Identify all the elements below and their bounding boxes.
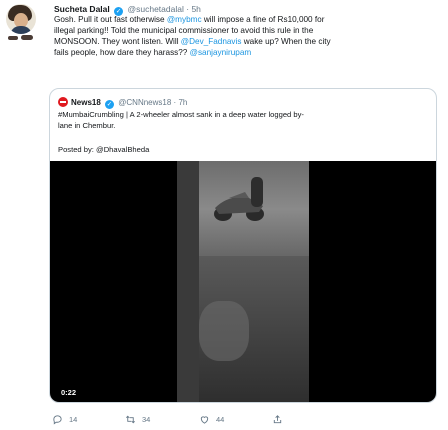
author-name[interactable]: Sucheta Dalal bbox=[54, 4, 110, 14]
header-separator: · bbox=[186, 4, 190, 14]
posted-by-text: Posted by: @DhavalBheda bbox=[58, 145, 150, 154]
tweet-text-segment: fails people, how dare they harass?? bbox=[54, 48, 190, 57]
retweet-count: 34 bbox=[142, 414, 151, 424]
quoted-header-separator: · bbox=[173, 98, 177, 107]
share-button[interactable] bbox=[272, 412, 289, 426]
tweet-line: illegal parking!! Told the municipal com… bbox=[54, 25, 438, 36]
tweet-text-segment: wake up? When the city bbox=[241, 37, 331, 46]
video-duration: 0:22 bbox=[57, 387, 81, 398]
quote-line: lane in Chembur. bbox=[58, 121, 430, 132]
video-frame bbox=[177, 161, 309, 402]
video-splash bbox=[199, 301, 249, 361]
tweet-line: MONSOON. They wont listen. Will @Dev_Fad… bbox=[54, 36, 438, 47]
quote-text-segment: #MumbaiCrumbling | A 2-wheeler almost sa… bbox=[58, 110, 304, 119]
tweet-text: Gosh. Pull it out fast otherwise @mybmc … bbox=[54, 14, 438, 58]
author-handle[interactable]: @suchetadalal bbox=[128, 4, 184, 14]
like-button[interactable]: 44 bbox=[199, 412, 224, 426]
tweet-line: fails people, how dare they harass?? @sa… bbox=[54, 47, 438, 58]
tweet-text-segment: MONSOON. They wont listen. Will bbox=[54, 37, 181, 46]
quoted-tweet-text: #MumbaiCrumbling | A 2-wheeler almost sa… bbox=[58, 110, 430, 131]
quoted-author-handle[interactable]: @CNNnews18 bbox=[118, 98, 171, 107]
tweet-time[interactable]: 5h bbox=[191, 4, 200, 14]
retweet-button[interactable]: 34 bbox=[125, 412, 150, 426]
news18-logo bbox=[58, 97, 68, 107]
tweet-line: Gosh. Pull it out fast otherwise @mybmc … bbox=[54, 14, 438, 25]
like-icon bbox=[200, 415, 209, 424]
avatar-shirt bbox=[10, 26, 32, 34]
quoted-tweet-time[interactable]: 7h bbox=[178, 98, 187, 107]
tweet-text-segment: illegal parking!! Told the municipal com… bbox=[54, 26, 314, 35]
mention-link[interactable]: @Dev_Fadnavis bbox=[181, 37, 242, 46]
reply-button[interactable]: 14 bbox=[52, 412, 77, 426]
share-icon bbox=[273, 414, 282, 423]
tweet-text-segment: will impose a fine of Rs10,000 for bbox=[201, 15, 325, 24]
quoted-tweet-card[interactable]: News18 ✓ @CNNnews18 · 7h #MumbaiCrumblin… bbox=[49, 88, 437, 403]
quote-line: #MumbaiCrumbling | A 2-wheeler almost sa… bbox=[58, 110, 430, 121]
video-player[interactable]: 0:22 bbox=[50, 161, 436, 402]
verified-icon: ✓ bbox=[105, 100, 115, 109]
quoted-tweet-header: News18 ✓ @CNNnews18 · 7h bbox=[71, 98, 187, 109]
mention-link[interactable]: @mybmc bbox=[167, 15, 202, 24]
author-avatar[interactable] bbox=[6, 4, 36, 34]
reply-icon bbox=[53, 414, 62, 425]
tweet-text-segment: Gosh. Pull it out fast otherwise bbox=[54, 15, 167, 24]
like-count: 44 bbox=[216, 414, 225, 424]
retweet-icon bbox=[126, 415, 135, 423]
video-person bbox=[251, 177, 263, 207]
thread-decoration bbox=[6, 34, 36, 44]
reply-count: 14 bbox=[69, 414, 78, 424]
tweet-actions: 14 34 44 bbox=[0, 412, 448, 426]
quoted-author-name[interactable]: News18 bbox=[71, 98, 101, 107]
mention-link[interactable]: @sanjaynirupam bbox=[190, 48, 252, 57]
quote-text-segment: lane in Chembur. bbox=[58, 120, 116, 130]
video-wall bbox=[177, 161, 199, 402]
